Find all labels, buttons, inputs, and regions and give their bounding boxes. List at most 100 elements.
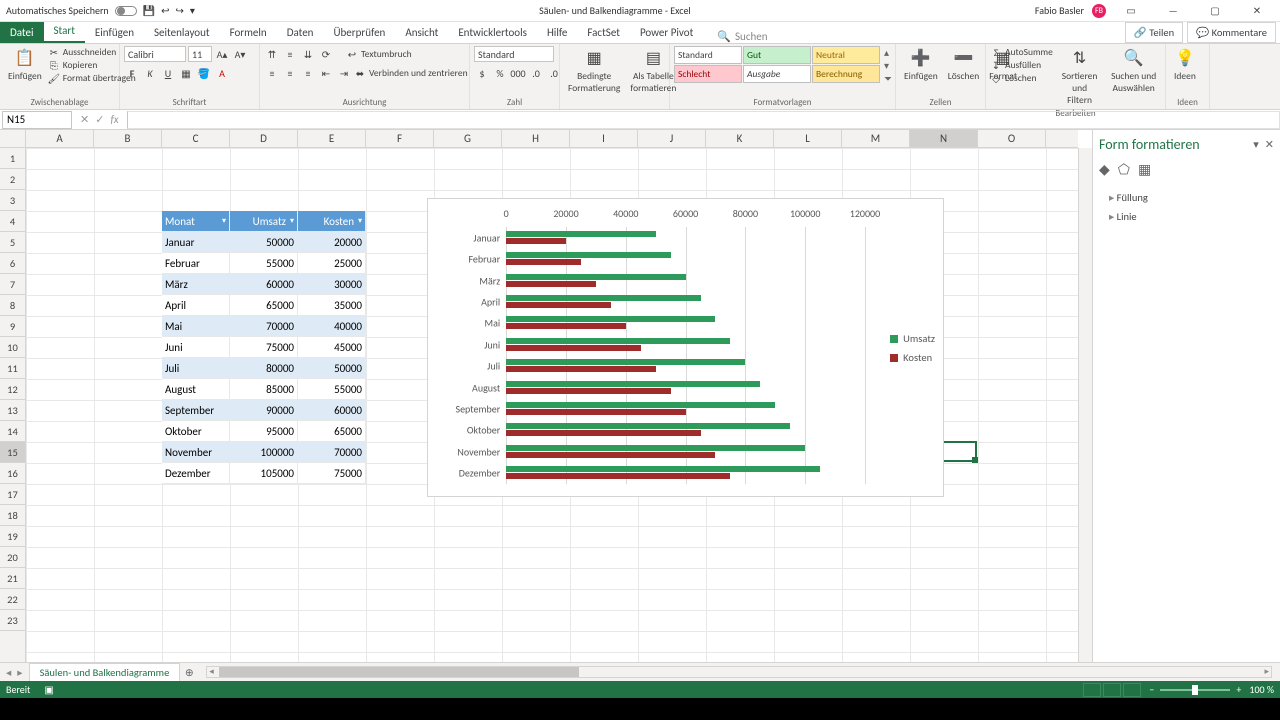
row-header-6[interactable]: 6: [0, 253, 25, 274]
row-header-15[interactable]: 15: [0, 442, 25, 463]
table-cell-kosten[interactable]: 25000: [298, 253, 366, 274]
autosave-toggle[interactable]: [115, 6, 137, 16]
row-header-10[interactable]: 10: [0, 337, 25, 358]
search-icon[interactable]: 🔍: [717, 30, 731, 43]
bar-umsatz[interactable]: [506, 338, 730, 344]
column-header-H[interactable]: H: [502, 130, 570, 147]
tab-ueberpruefen[interactable]: Überprüfen: [323, 22, 395, 43]
column-header-G[interactable]: G: [434, 130, 502, 147]
search-label[interactable]: Suchen: [735, 30, 768, 43]
tab-formeln[interactable]: Formeln: [220, 22, 277, 43]
column-header-L[interactable]: L: [774, 130, 842, 147]
column-header-B[interactable]: B: [94, 130, 162, 147]
table-cell-kosten[interactable]: 70000: [298, 442, 366, 463]
table-cell-kosten[interactable]: 75000: [298, 463, 366, 484]
tab-hilfe[interactable]: Hilfe: [537, 22, 577, 43]
macro-record-icon[interactable]: ▣: [44, 683, 53, 696]
align-top-icon[interactable]: ⇈: [264, 46, 280, 62]
row-header-7[interactable]: 7: [0, 274, 25, 295]
fill-color-icon[interactable]: 🪣: [196, 65, 212, 81]
align-center-icon[interactable]: ≡: [282, 65, 298, 81]
ideas-button[interactable]: 💡Ideen: [1170, 46, 1200, 84]
currency-icon[interactable]: $: [474, 65, 490, 81]
row-header-21[interactable]: 21: [0, 568, 25, 589]
table-cell-monat[interactable]: November: [162, 442, 230, 463]
table-cell-monat[interactable]: April: [162, 295, 230, 316]
bar-umsatz[interactable]: [506, 316, 715, 322]
row-header-14[interactable]: 14: [0, 421, 25, 442]
table-cell-monat[interactable]: Januar: [162, 232, 230, 253]
comments-button[interactable]: 💬 Kommentare: [1187, 22, 1276, 43]
row-header-5[interactable]: 5: [0, 232, 25, 253]
align-right-icon[interactable]: ≡: [300, 65, 316, 81]
tab-einfuegen[interactable]: Einfügen: [85, 22, 144, 43]
column-header-C[interactable]: C: [162, 130, 230, 147]
bar-kosten[interactable]: [506, 259, 581, 265]
table-cell-umsatz[interactable]: 85000: [230, 379, 298, 400]
underline-button[interactable]: U: [160, 65, 176, 81]
column-header-K[interactable]: K: [706, 130, 774, 147]
table-cell-umsatz[interactable]: 55000: [230, 253, 298, 274]
align-left-icon[interactable]: ≡: [264, 65, 280, 81]
fill-section[interactable]: Füllung: [1099, 188, 1274, 207]
user-avatar[interactable]: FB: [1092, 4, 1106, 18]
table-cell-umsatz[interactable]: 70000: [230, 316, 298, 337]
zoom-level[interactable]: 100 %: [1249, 683, 1274, 696]
bar-kosten[interactable]: [506, 430, 700, 436]
bar-kosten[interactable]: [506, 345, 641, 351]
style-berechnung[interactable]: Berechnung: [812, 65, 880, 83]
italic-button[interactable]: K: [142, 65, 158, 81]
column-header-N[interactable]: N: [910, 130, 978, 147]
styles-scroll-up-icon[interactable]: ▴: [884, 46, 892, 59]
column-header-M[interactable]: M: [842, 130, 910, 147]
bar-umsatz[interactable]: [506, 231, 656, 237]
table-cell-umsatz[interactable]: 60000: [230, 274, 298, 295]
vertical-scrollbar[interactable]: [1078, 148, 1092, 662]
bar-umsatz[interactable]: [506, 295, 700, 301]
minimize-icon[interactable]: —: [1156, 2, 1190, 20]
styles-scroll-down-icon[interactable]: ▾: [884, 59, 892, 72]
wrap-text-button[interactable]: ↩Textumbruch: [346, 48, 412, 60]
legend-item[interactable]: Kosten: [890, 351, 935, 364]
pane-options-icon[interactable]: ▾: [1253, 138, 1259, 151]
table-cell-kosten[interactable]: 55000: [298, 379, 366, 400]
bar-kosten[interactable]: [506, 281, 596, 287]
tab-powerpivot[interactable]: Power Pivot: [630, 22, 703, 43]
close-icon[interactable]: ✕: [1240, 2, 1274, 20]
fill-line-tab-icon[interactable]: ◆: [1099, 161, 1110, 178]
row-header-20[interactable]: 20: [0, 547, 25, 568]
table-cell-umsatz[interactable]: 100000: [230, 442, 298, 463]
bar-kosten[interactable]: [506, 302, 611, 308]
style-gut[interactable]: Gut: [743, 46, 811, 64]
bar-kosten[interactable]: [506, 366, 656, 372]
inc-decimal-icon[interactable]: .0: [528, 65, 544, 81]
bar-umsatz[interactable]: [506, 359, 745, 365]
bar-kosten[interactable]: [506, 409, 685, 415]
style-standard[interactable]: Standard: [674, 46, 742, 64]
bar-umsatz[interactable]: [506, 402, 775, 408]
table-cell-kosten[interactable]: 35000: [298, 295, 366, 316]
bar-chart[interactable]: 020000400006000080000100000120000JanuarF…: [427, 198, 944, 496]
row-header-9[interactable]: 9: [0, 316, 25, 337]
tab-daten[interactable]: Daten: [277, 22, 324, 43]
table-cell-monat[interactable]: März: [162, 274, 230, 295]
style-neutral[interactable]: Neutral: [812, 46, 880, 64]
merge-button[interactable]: ⬌Verbinden und zentrieren: [354, 67, 468, 79]
bar-umsatz[interactable]: [506, 445, 805, 451]
align-middle-icon[interactable]: ≡: [282, 46, 298, 62]
row-header-18[interactable]: 18: [0, 505, 25, 526]
tab-start[interactable]: Start: [44, 20, 85, 43]
bar-kosten[interactable]: [506, 388, 670, 394]
bar-kosten[interactable]: [506, 473, 730, 479]
indent-inc-icon[interactable]: ⇥: [336, 65, 352, 81]
table-cell-monat[interactable]: Oktober: [162, 421, 230, 442]
horizontal-scrollbar[interactable]: ◂ ▸: [206, 666, 1272, 678]
table-cell-umsatz[interactable]: 95000: [230, 421, 298, 442]
insert-cells-button[interactable]: ➕Einfügen: [900, 46, 942, 84]
bar-umsatz[interactable]: [506, 381, 760, 387]
formula-input[interactable]: [127, 111, 1280, 129]
row-header-19[interactable]: 19: [0, 526, 25, 547]
table-header-monat[interactable]: Monat▾: [162, 211, 230, 232]
table-cell-monat[interactable]: Juni: [162, 337, 230, 358]
table-cell-monat[interactable]: Dezember: [162, 463, 230, 484]
